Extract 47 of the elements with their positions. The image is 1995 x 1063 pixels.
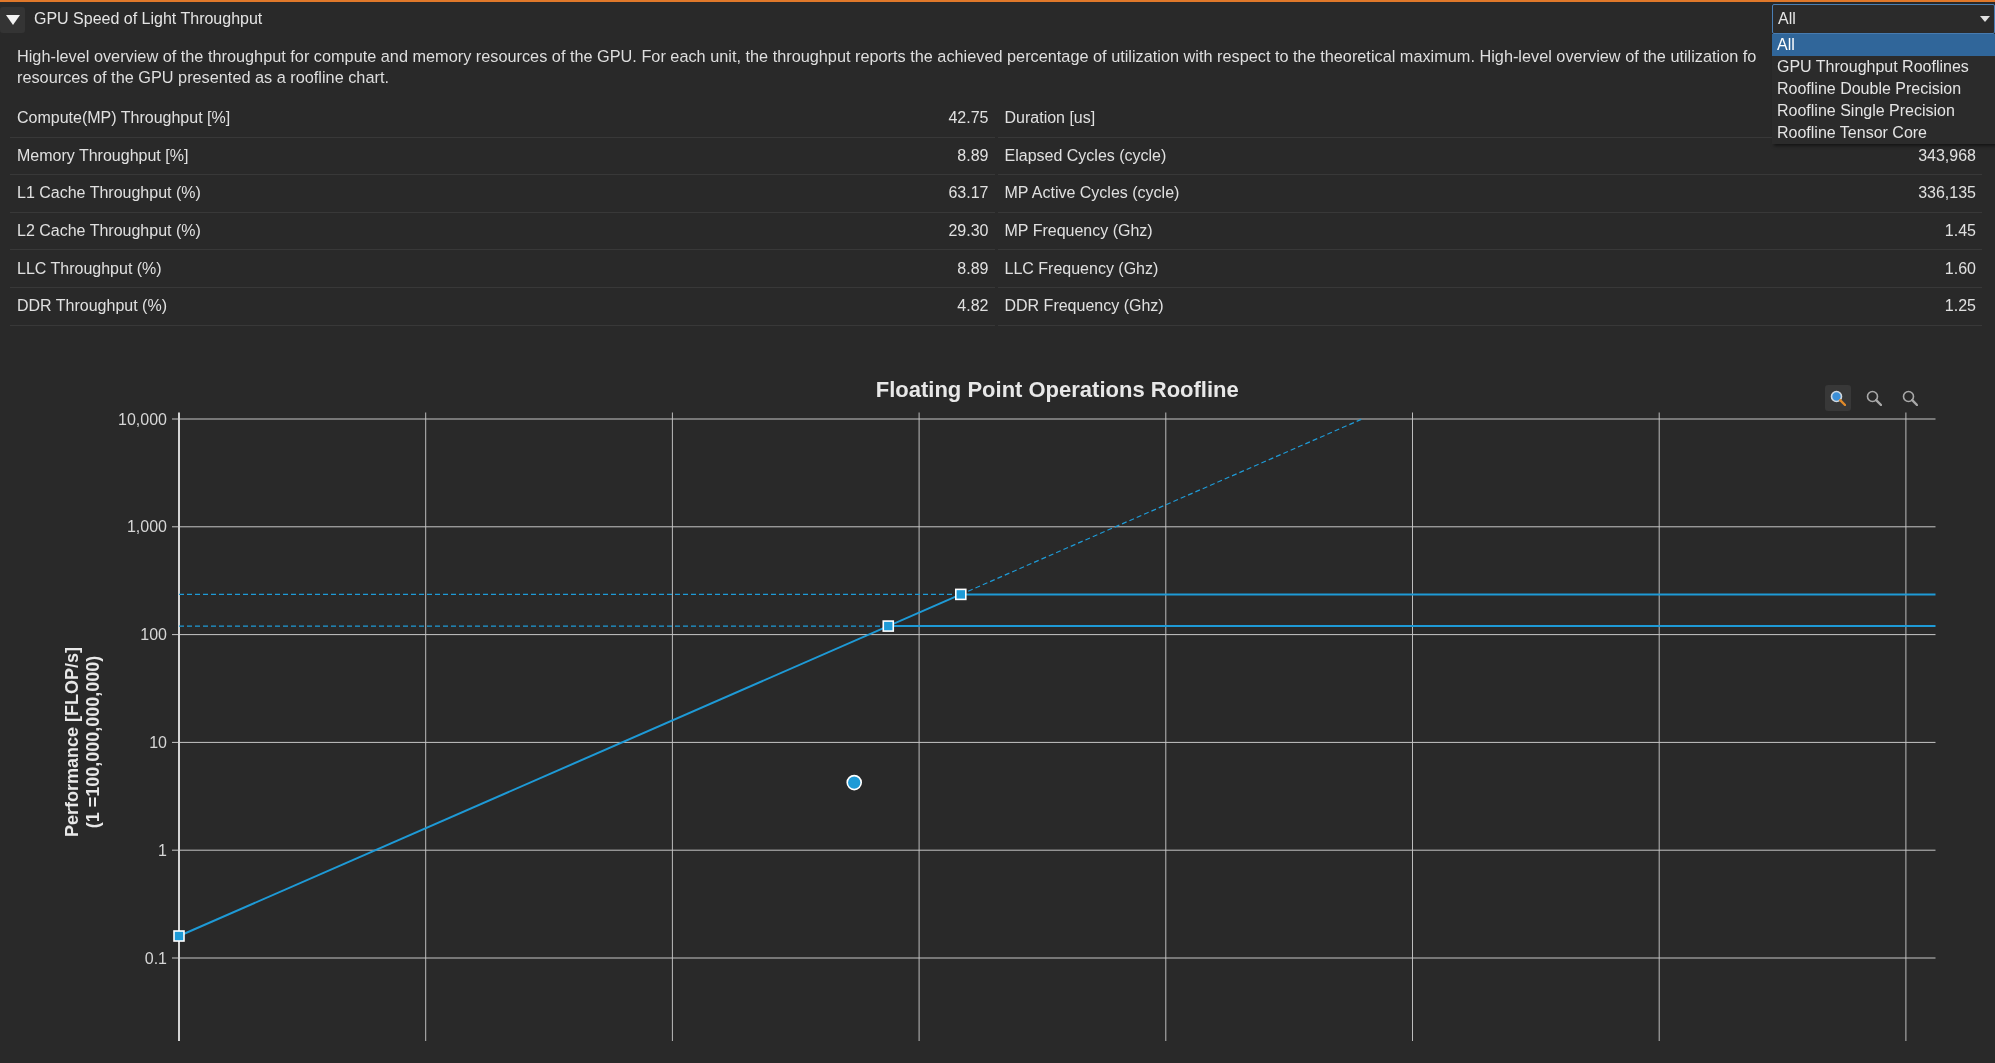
metric-value: 63.17 (948, 183, 989, 204)
axis-tick-label: 10,000 (118, 410, 167, 428)
metric-label: Compute(MP) Throughput [%] (17, 108, 231, 129)
metric-value: 42.75 (948, 108, 989, 129)
metric-value: 343,968 (1918, 145, 1976, 166)
metric-label: Elapsed Cycles (cycle) (1004, 145, 1167, 166)
metric-value: 29.30 (948, 221, 989, 242)
metric-label: L1 Cache Throughput (%) (17, 183, 201, 204)
collapse-toggle[interactable] (0, 7, 25, 33)
axis-tick-label: 1 (158, 841, 167, 859)
section-title: GPU Speed of Light Throughput (34, 9, 263, 29)
axis-title: Performance [FLOP/s] (1 =100,000,000,000) (62, 646, 103, 837)
caret-down-icon (5, 13, 20, 27)
description-text: High-level overview of the throughput for compute and memory resources of the GPU. For each unit, the throughput reports the achieved percentage of utilization with respect to the theoretical maximum. High-level overview of the utilization fo (17, 46, 1757, 67)
dropdown-option[interactable]: All (1772, 34, 1995, 56)
axis-tick-label: 10 (149, 733, 167, 751)
axis-tick-label: 0.1 (144, 949, 167, 967)
axis-tick-label: 100 (140, 625, 167, 643)
metric-label: LLC Throughput (%) (17, 258, 162, 279)
description-text: resources of the GPU presented as a roofline chart. (17, 67, 389, 88)
metric-value: 1.25 (1944, 296, 1976, 317)
zoom-tool-button[interactable] (1825, 384, 1851, 411)
metric-value: 1.45 (1944, 221, 1976, 242)
metric-value: 1.60 (1944, 258, 1976, 279)
dropdown-option[interactable]: Roofline Tensor Core (1772, 122, 1995, 144)
metric-value: 8.89 (957, 145, 989, 166)
metric-label: Memory Throughput [%] (17, 145, 189, 166)
metric-value: 4.82 (957, 296, 989, 317)
magnifier-icon (1902, 389, 1918, 406)
caret-down-icon (1980, 16, 1990, 22)
magnifier-icon (1866, 389, 1882, 406)
metric-label: DDR Throughput (%) (17, 296, 167, 317)
dropdown-option[interactable]: GPU Throughput Rooflines (1772, 56, 1995, 78)
metric-label: Duration [us] (1004, 108, 1096, 129)
axis-tick-label: 1,000 (126, 517, 167, 535)
metric-label: LLC Frequency (Ghz) (1004, 258, 1159, 279)
view-dropdown[interactable]: All (1772, 4, 1995, 34)
dropdown-option[interactable]: Roofline Double Precision (1772, 78, 1995, 100)
metric-value: 336,135 (1918, 183, 1976, 204)
dropdown-option[interactable]: Roofline Single Precision (1772, 100, 1995, 122)
metric-label: MP Frequency (Ghz) (1004, 221, 1153, 242)
metric-value: 8.89 (957, 258, 989, 279)
chart-title: Floating Point Operations Roofline (875, 376, 1239, 402)
metric-label: L2 Cache Throughput (%) (17, 221, 201, 242)
magnifier-icon (1830, 389, 1846, 406)
metric-label: DDR Frequency (Ghz) (1004, 296, 1164, 317)
metric-label: MP Active Cycles (cycle) (1004, 183, 1180, 204)
